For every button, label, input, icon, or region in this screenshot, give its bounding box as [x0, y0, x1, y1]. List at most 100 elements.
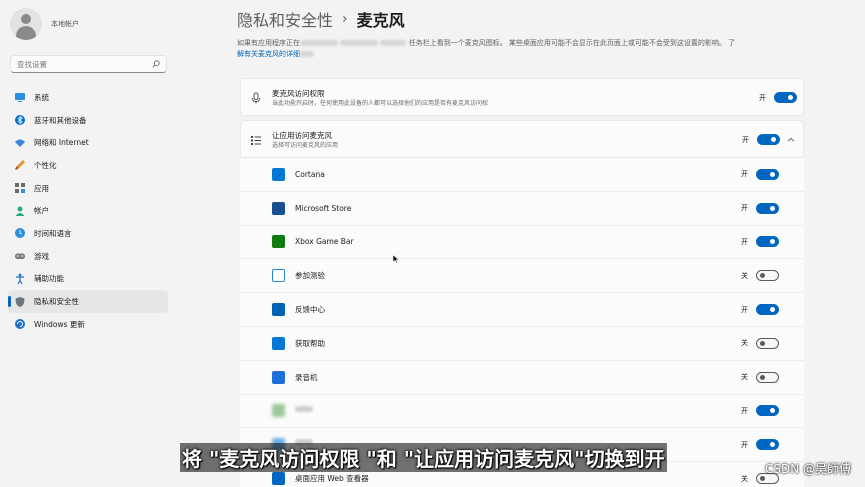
- microsoft-store-icon: [272, 201, 285, 215]
- nav-item-windows-update[interactable]: Windows 更新: [8, 313, 168, 336]
- app-state: 关: [741, 271, 748, 280]
- list-settings-icon: [251, 136, 261, 145]
- nav-label: 蓝牙和其他设备: [34, 115, 87, 125]
- app-state: 开: [741, 170, 748, 179]
- app-state: 开: [741, 237, 748, 246]
- app-state: 开: [741, 204, 748, 213]
- account-type: 本地帐户: [51, 20, 79, 28]
- search-box[interactable]: [10, 55, 167, 73]
- avatar: [10, 8, 42, 40]
- globe-clock-icon: [15, 228, 25, 239]
- app-row-take-a-test: 参加测验 关: [240, 259, 804, 294]
- app-name: Microsoft Store: [295, 203, 352, 213]
- mouse-cursor-icon: [393, 255, 399, 263]
- app-row-voice-recorder: 录音机 关: [240, 360, 804, 395]
- nav-item-accounts[interactable]: 帐户: [8, 199, 168, 222]
- page-description: 如果有应用程序正在 任务栏上看到一个麦克风图标。 某些桌面应用可能不会显示在此页…: [237, 39, 736, 58]
- nav-item-personalization[interactable]: 个性化: [8, 154, 168, 177]
- update-icon: [15, 319, 25, 330]
- app-name: Cortana: [295, 169, 325, 179]
- watermark: CSDN @吴師傅: [764, 462, 851, 476]
- take-a-test-icon: [272, 269, 285, 283]
- nav-label: 时间和语言: [34, 228, 72, 238]
- app-name: 参加测验: [295, 271, 325, 281]
- nav-label: 网络和 Internet: [34, 138, 89, 148]
- breadcrumb: 隐私和安全性 › 麦克风: [237, 7, 405, 31]
- voice-recorder-icon: [272, 370, 285, 384]
- nav-label: 游戏: [34, 251, 49, 261]
- app-name: 获取帮助: [295, 338, 325, 348]
- microsoft-store-toggle[interactable]: [756, 202, 779, 214]
- gamepad-icon: [15, 253, 25, 260]
- app-name: 录音机: [295, 372, 318, 382]
- xbox-game-bar-toggle[interactable]: [756, 236, 779, 248]
- app-row-feedback-hub: 反馈中心 开: [240, 293, 804, 327]
- take-a-test-toggle[interactable]: [756, 270, 779, 282]
- video-caption: 将 "麦克风访问权限 "和 "让应用访问麦克风"切换到开: [180, 443, 667, 472]
- app-name: Xbox Game Bar: [295, 237, 354, 247]
- app-icon: [272, 404, 285, 418]
- mic-access-toggle[interactable]: [774, 92, 797, 103]
- system-icon: [15, 93, 25, 103]
- nav-label: 个性化: [34, 160, 57, 170]
- app-state: 开: [741, 305, 748, 314]
- bluetooth-icon: [15, 115, 25, 126]
- account-icon: [15, 206, 25, 216]
- nav-item-system[interactable]: 系统: [8, 86, 168, 109]
- breadcrumb-parent[interactable]: 隐私和安全性: [237, 7, 333, 31]
- nav-item-time-language[interactable]: 时间和语言: [8, 222, 168, 245]
- app-state: 关: [741, 373, 748, 382]
- search-input[interactable]: [17, 59, 147, 69]
- get-help-icon: [272, 336, 285, 350]
- cortana-toggle[interactable]: [756, 168, 779, 180]
- accessibility-icon: [16, 273, 24, 285]
- mic-access-state: 开: [759, 94, 766, 102]
- nav-item-apps[interactable]: 应用: [8, 177, 168, 200]
- voice-recorder-toggle[interactable]: [756, 371, 779, 383]
- app-state: 关: [741, 474, 748, 483]
- mic-access-subtitle: 当此功能开启时，任何使用此设备的人都可以选择他们的应用是否有麦克风访问权: [272, 100, 489, 107]
- app-name: 反馈中心: [295, 305, 325, 315]
- network-icon: [15, 139, 25, 147]
- feedback-hub-toggle[interactable]: [756, 304, 779, 316]
- feedback-hub-icon: [272, 303, 285, 317]
- nav-label: 辅助功能: [34, 274, 64, 284]
- desktop-web-viewer-icon: [272, 472, 285, 486]
- shield-icon: [15, 296, 25, 307]
- nav-label: 隐私和安全性: [34, 297, 79, 307]
- app-name: 桌面应用 Web 查看器: [295, 474, 369, 484]
- nav-item-privacy-security[interactable]: 隐私和安全性: [8, 290, 168, 313]
- user-profile[interactable]: 本地帐户: [10, 8, 79, 40]
- app-toggle[interactable]: [756, 405, 779, 417]
- cortana-icon: [272, 167, 285, 181]
- mic-access-card: 麦克风访问权限 当此功能开启时，任何使用此设备的人都可以选择他们的应用是否有麦克…: [240, 78, 804, 116]
- nav-label: 帐户: [34, 206, 49, 216]
- app-state: 开: [741, 406, 748, 415]
- nav-label: 应用: [34, 183, 49, 193]
- learn-more-link[interactable]: 解有关麦克风的详细: [237, 50, 300, 58]
- chevron-up-icon[interactable]: [787, 136, 795, 144]
- nav-menu: 系统 蓝牙和其他设备 网络和 Internet 个性化 应用 帐户 时间和语言: [8, 86, 168, 336]
- brush-icon: [15, 160, 25, 171]
- page-title: 麦克风: [356, 11, 405, 30]
- nav-item-accessibility[interactable]: 辅助功能: [8, 268, 168, 291]
- apps-icon: [15, 183, 25, 194]
- search-icon[interactable]: [152, 60, 160, 68]
- app-access-state: 开: [742, 136, 749, 144]
- app-row-cortana: Cortana 开: [240, 158, 804, 192]
- sidebar: 本地帐户 系统 蓝牙和其他设备 网络和 Internet 个性化 应用: [0, 0, 178, 487]
- app-list: Cortana 开 Microsoft Store 开 Xbox Game Ba…: [240, 158, 804, 487]
- app-state: 开: [741, 440, 748, 449]
- nav-item-bluetooth[interactable]: 蓝牙和其他设备: [8, 109, 168, 132]
- nav-item-gaming[interactable]: 游戏: [8, 245, 168, 268]
- app-access-card: 让应用访问麦克风 选择可访问麦克风的应用 开: [240, 120, 804, 158]
- get-help-toggle[interactable]: [756, 337, 779, 349]
- app-access-subtitle: 选择可访问麦克风的应用: [272, 142, 339, 149]
- nav-label: 系统: [34, 92, 49, 102]
- app-toggle[interactable]: [756, 439, 779, 451]
- app-access-title: 让应用访问麦克风: [272, 131, 332, 140]
- microphone-icon: [252, 92, 260, 104]
- app-access-toggle[interactable]: [757, 134, 780, 145]
- app-row-microsoft-store: Microsoft Store 开: [240, 191, 804, 226]
- nav-item-network[interactable]: 网络和 Internet: [8, 131, 168, 154]
